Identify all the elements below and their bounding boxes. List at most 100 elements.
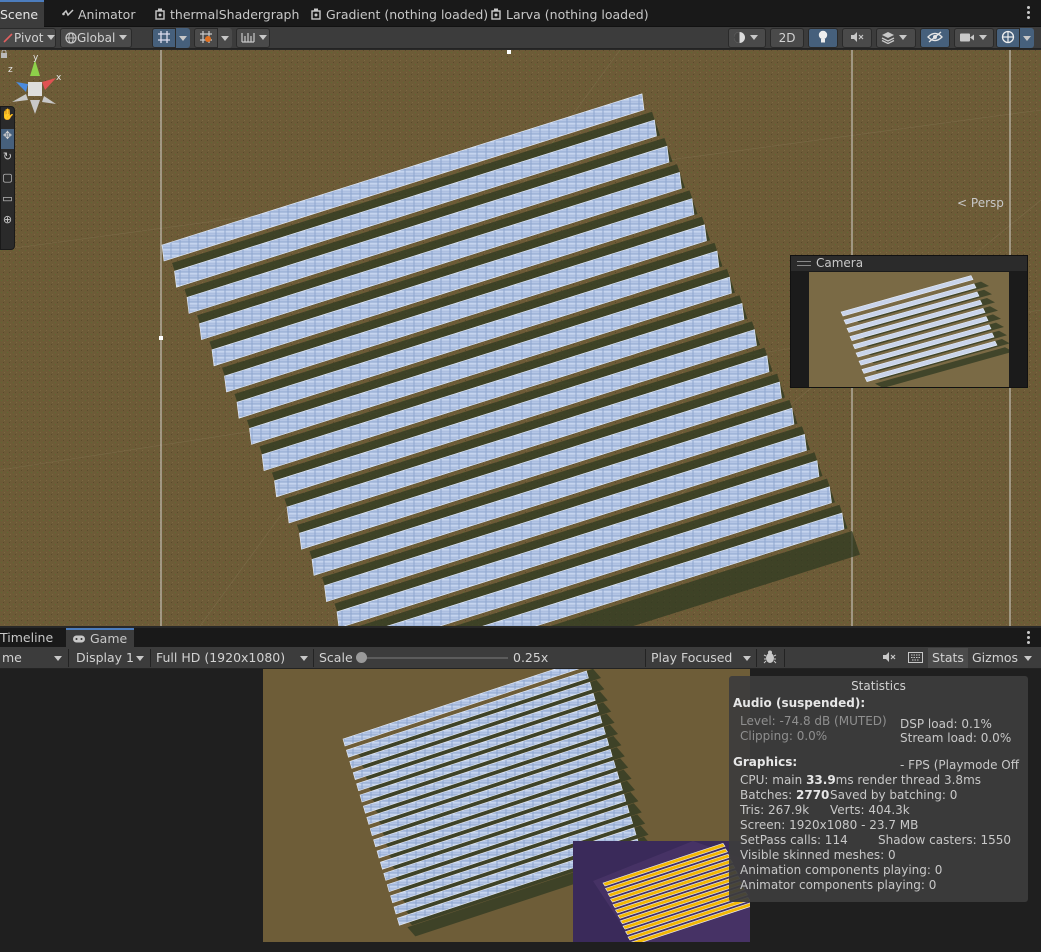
- dsp-load: DSP load: 0.1%: [900, 717, 992, 731]
- game-toolbar: me Display 1 Full HD (1920x1080) Scale 0…: [0, 647, 1041, 669]
- bug-icon: [763, 650, 777, 664]
- chevron-down-icon: [743, 656, 751, 661]
- thermal-preview-image: [573, 841, 750, 942]
- bug-button[interactable]: [758, 648, 784, 668]
- mode-2d-toggle[interactable]: 2D: [770, 28, 804, 48]
- tab-animator[interactable]: Animator: [56, 0, 141, 27]
- scene-visibility-toggle[interactable]: [920, 28, 950, 48]
- gamepad-icon: [73, 635, 85, 643]
- saved-by-batching: Saved by batching: 0: [830, 788, 958, 802]
- tab-game[interactable]: Game: [66, 628, 134, 648]
- cpu-suffix: ms render thread 3.8ms: [835, 773, 982, 787]
- verts-readout: Verts: 404.3k: [830, 803, 910, 817]
- camera-preview-image: [809, 272, 1009, 387]
- statistics-overlay: Statistics Audio (suspended): Level: -74…: [729, 676, 1028, 902]
- shading-mode-icon: [734, 32, 745, 43]
- increment-snap-toggle[interactable]: [194, 28, 218, 48]
- batches-prefix: Batches:: [740, 788, 796, 802]
- gizmos-dropdown-game[interactable]: Gizmos: [968, 648, 1036, 668]
- tab-game-label: Game: [89, 631, 128, 646]
- layers-icon: [881, 32, 895, 45]
- keyboard-button[interactable]: [904, 648, 928, 668]
- scale-slider-handle[interactable]: [356, 652, 367, 663]
- persp-toggle[interactable]: < Persp: [957, 196, 1004, 210]
- tab-timeline-label: Timeline: [0, 630, 54, 645]
- play-mode-label: Play Focused: [651, 650, 733, 665]
- eye-hidden-icon: [927, 31, 943, 43]
- transform-tool-icon[interactable]: ⊕: [1, 213, 14, 233]
- grid-snap-dropdown[interactable]: [176, 28, 190, 48]
- cpu-main-value: 33.9: [806, 773, 836, 787]
- axis-y-label: y: [33, 53, 39, 63]
- audio-header: Audio (suspended):: [733, 696, 866, 710]
- shadergraph-icon: [491, 8, 501, 20]
- tab-gradient-label: Gradient (nothing loaded): [326, 7, 489, 22]
- animator-icon: [62, 9, 74, 17]
- globe-icon: [65, 32, 77, 44]
- more-menu-icon[interactable]: [1027, 6, 1031, 20]
- gizmos-toggle[interactable]: [996, 28, 1020, 48]
- shadow-casters-readout: Shadow casters: 1550: [878, 833, 1012, 847]
- lighting-toggle[interactable]: [808, 28, 838, 48]
- lightbulb-icon: [818, 30, 828, 43]
- game-mode-label: me: [2, 650, 22, 665]
- move-tool-icon[interactable]: ✥: [1, 129, 14, 149]
- scene-viewport[interactable]: ✋ ✥ ↻ ▢ ▭ ⊕ y x z < Persp Camera: [0, 50, 1041, 626]
- audio-toggle[interactable]: [842, 28, 872, 48]
- batches-readout: Batches: 2770: [740, 788, 829, 802]
- scale-slider-track[interactable]: [362, 657, 508, 659]
- pivot-dropdown[interactable]: Pivot: [0, 28, 56, 48]
- display-label: Display 1: [76, 650, 135, 665]
- persp-label: Persp: [970, 196, 1004, 210]
- global-dropdown[interactable]: Global: [60, 28, 132, 48]
- audio-level: Level: -74.8 dB (MUTED): [740, 714, 887, 728]
- draw-mode-dropdown[interactable]: [728, 28, 766, 48]
- stats-toggle-label: Stats: [932, 650, 964, 665]
- skinned-meshes-readout: Visible skinned meshes: 0: [740, 848, 896, 862]
- ruler-dropdown[interactable]: [236, 28, 270, 48]
- drag-handle-icon[interactable]: [797, 261, 811, 266]
- resolution-label: Full HD (1920x1080): [156, 650, 286, 665]
- tab-thermalshadergraph[interactable]: thermalShadergraph: [148, 0, 305, 27]
- increment-snap-dropdown[interactable]: [218, 28, 232, 48]
- chevron-down-icon: [136, 656, 144, 661]
- grid-snap-toggle[interactable]: [152, 28, 176, 48]
- pivot-label: Pivot: [14, 31, 44, 45]
- display-dropdown[interactable]: Display 1: [72, 648, 148, 668]
- game-more-menu-icon[interactable]: [1027, 631, 1031, 645]
- stream-load: Stream load: 0.0%: [900, 731, 1012, 745]
- rotate-tool-icon[interactable]: ↻: [1, 150, 14, 170]
- lock-icon[interactable]: [0, 50, 8, 58]
- orientation-gizmo[interactable]: y x z: [0, 50, 70, 122]
- tab-scene[interactable]: Scene: [0, 0, 45, 27]
- global-label: Global: [77, 31, 116, 45]
- resolution-dropdown[interactable]: Full HD (1920x1080): [152, 648, 312, 668]
- tab-larva[interactable]: Larva (nothing loaded): [484, 0, 655, 27]
- chevron-left-icon: <: [957, 196, 968, 210]
- stats-toggle[interactable]: Stats: [928, 648, 968, 668]
- game-mode-dropdown[interactable]: me: [0, 648, 66, 668]
- axis-z-label: z: [8, 65, 13, 75]
- camera-preview-title-label: Camera: [816, 256, 864, 270]
- video-camera-icon: [960, 33, 974, 42]
- camera-preview-panel: Camera: [790, 255, 1028, 388]
- tab-scene-label: Scene: [0, 7, 39, 22]
- tab-timeline[interactable]: Timeline: [0, 628, 59, 648]
- setpass-readout: SetPass calls: 114: [740, 833, 848, 847]
- game-tab-bar: Timeline Game: [0, 628, 1041, 648]
- gizmos-dropdown[interactable]: [1020, 28, 1034, 48]
- camera-dropdown[interactable]: [954, 28, 994, 48]
- fps-readout: - FPS (Playmode Off: [900, 758, 1019, 772]
- effects-dropdown[interactable]: [876, 28, 916, 48]
- rect-tool-icon[interactable]: ▭: [1, 192, 14, 212]
- mode-2d-label: 2D: [778, 31, 796, 45]
- tab-animator-label: Animator: [78, 7, 136, 22]
- tab-thermalshadergraph-label: thermalShadergraph: [170, 7, 300, 22]
- tab-gradient[interactable]: Gradient (nothing loaded): [304, 0, 494, 27]
- ruler-icon: [241, 33, 255, 43]
- shadergraph-icon: [155, 8, 165, 20]
- play-mode-dropdown[interactable]: Play Focused: [647, 648, 755, 668]
- game-audio-button[interactable]: [878, 648, 902, 668]
- scale-tool-icon[interactable]: ▢: [1, 171, 14, 191]
- animation-components-readout: Animation components playing: 0: [740, 863, 943, 877]
